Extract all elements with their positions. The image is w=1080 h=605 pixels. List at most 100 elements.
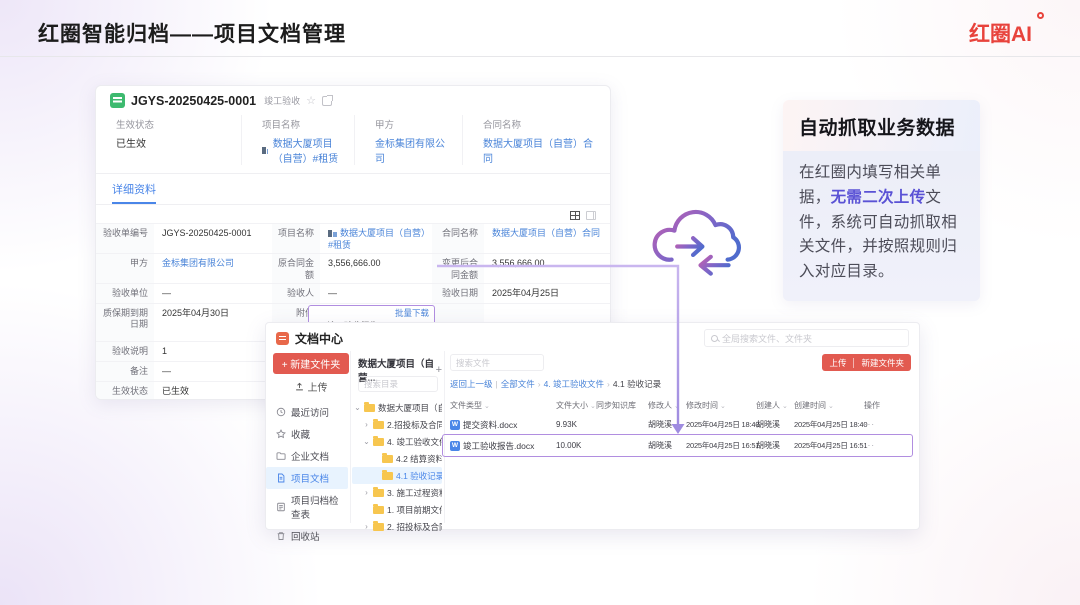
folder-icon [276,451,286,461]
search-file-placeholder: 搜索文件 [456,357,491,368]
summary-field-value[interactable]: 数据大厦项目（自营）#租赁 [262,135,344,165]
tree-expand-icon[interactable]: › [363,488,370,497]
upload-button-label: 上传 [307,382,328,394]
sidebar-item-trash[interactable]: 回收站 [266,525,348,547]
layout-view-icon[interactable] [586,210,596,220]
file-table: 文件类型 ⌄ 文件大小 ⌄ 同步知识库 修改人 ⌄ 修改时间 ⌄ 创建人 ⌄ 创建时间 ⌄ 操… [442,397,913,457]
field-label: 质保期到期日期 [96,303,154,341]
tree-expand-icon[interactable]: › [363,420,370,429]
sidebar-item-label: 项目归档检查表 [291,496,339,521]
field-label: 原合同金额 [272,254,320,283]
brand-logo: 红圈AI [969,12,1044,48]
tree-folder-item[interactable]: › 3. 施工过程资料 [352,484,442,501]
field-label: 验收单编号 [96,224,154,254]
star-icon[interactable]: ☆ [306,94,316,107]
created-time-cell: 2025年04月25日 18:40 [794,420,868,429]
form-table-row: 甲方 金标集团有限公司 原合同金额 3,556,666.00 变更后合同金额 3,556,… [96,253,610,283]
file-name-cell[interactable]: W 竣工验收报告.docx [450,440,556,452]
top-new-folder-button[interactable]: 新建文件夹 [854,357,911,369]
breadcrumb-item[interactable]: 全部文件 [501,379,535,389]
sort-caret-icon: ⌄ [672,403,680,410]
tree-folder-label: 4. 竣工验收文件 [387,436,442,447]
summary-field-label: 甲方 [375,120,395,131]
file-table-row[interactable]: W 竣工验收报告.docx 10.00K 胡晓溪 2025年04月25日 16:51 胡晓… [442,434,913,457]
tree-folder-label: 数据大厦项目（自营... [378,402,442,413]
tree-folder-item[interactable]: › 2.招投标及合同文件 [352,416,442,433]
search-directory-placeholder: 搜索目录 [364,379,399,389]
summary-field-label: 生效状态 [116,120,155,131]
tree-expand-icon[interactable]: › [363,522,370,531]
header-divider [0,56,1080,57]
batch-download-link[interactable]: 批量下载 [314,308,429,319]
table-view-icon[interactable] [570,210,580,220]
tree-folder-item[interactable]: ⌄ 数据大厦项目（自营... [352,399,442,416]
file-name-cell[interactable]: W 提交资料.docx [450,419,556,431]
tree-folder-item[interactable]: 4.1 验收记录 [352,467,442,484]
tree-expand-icon[interactable]: ⌄ [354,403,361,412]
file-size-cell: 10.00K [556,441,582,450]
tree-expand-icon[interactable]: ⌄ [363,437,370,446]
summary-field-value[interactable]: 金标集团有限公司 [375,135,452,165]
sort-caret-icon: ⌄ [482,403,490,410]
sidebar-item-doc[interactable]: 项目文档 [266,467,348,489]
folder-icon [373,435,384,446]
created-time-cell: 2025年04月25日 16:51 [794,441,868,450]
row-actions-icon[interactable]: ··· [864,420,886,429]
column-header[interactable]: 文件大小 ⌄ [556,400,596,411]
tree-folder-item[interactable]: ⌄ 4. 竣工验收文件 [352,433,442,450]
sidebar-item-folder[interactable]: 企业文档 [266,445,348,467]
sidebar-item-label: 项目文档 [291,474,330,485]
row-actions-icon[interactable]: ··· [864,441,886,450]
tree-folder-label: 2. 招投标及合同... [387,521,442,532]
folder-icon [373,418,384,429]
column-header[interactable]: 修改时间 ⌄ [686,400,756,411]
column-header[interactable]: 创建人 ⌄ [756,400,794,411]
search-file-input[interactable]: 搜索文件 [450,354,544,371]
folder-icon [373,520,384,531]
field-value[interactable]: 数据大厦项目（自营）#租赁 [320,224,432,253]
doc-center-title: 文档中心 [295,332,344,346]
new-folder-button[interactable]: + 新建文件夹 [273,353,349,374]
page-header: 红圈智能归档——项目文档管理 红圈AI [38,12,1044,48]
divider [444,351,445,523]
field-value[interactable]: 金标集团有限公司 [154,254,272,283]
add-project-icon[interactable]: + [436,364,442,376]
field-label: 项目名称 [272,224,320,254]
global-search-input[interactable]: 全局搜索文件、文件夹 [704,329,909,347]
callout-title: 自动抓取业务数据 [783,100,980,151]
tree-folder-item[interactable]: › 2. 招投标及合同... [352,518,442,535]
field-label: 验收单位 [96,283,154,303]
field-label: 验收人 [272,283,320,303]
form-table-row: 验收单位 — 验收人 — 验收日期 2025年04月25日 [96,282,610,303]
sidebar-item-clock[interactable]: 最近访问 [266,401,348,423]
column-header[interactable]: 创建时间 ⌄ [794,400,864,411]
form-header: JGYS-20250425-0001 竣工验收 ☆ [96,86,610,113]
column-header[interactable]: 文件类型 ⌄ [450,400,556,411]
form-tabs: 详细资料 [96,174,610,205]
column-header[interactable]: 修改人 ⌄ [648,400,686,411]
tree-folder-item[interactable]: 4.2 结算资料 [352,450,442,467]
field-value: 2025年04月30日 [162,307,230,318]
breadcrumb-item[interactable]: 4. 竣工验收文件 [544,379,604,389]
sidebar-item-checklist[interactable]: 项目归档检查表 [266,489,348,525]
file-table-row[interactable]: W 提交资料.docx 9.93K 胡晓溪 2025年04月25日 18:40 胡晓溪 20… [450,414,909,435]
trash-icon [276,531,286,541]
summary-field-label: 合同名称 [483,120,522,131]
summary-field-value: 已生效 [116,139,146,150]
upload-button[interactable]: 上传 [273,377,349,395]
tree-folder-item[interactable]: 1. 项目前期文件 [352,501,442,518]
external-link-icon[interactable] [322,94,333,106]
form-table-row: 验收单编号 JGYS-20250425-0001 项目名称 数据大厦项目（自营）#租赁… [96,223,610,254]
search-directory-input[interactable]: 搜索目录 [358,376,438,392]
doc-center-panel: 文档中心 全局搜索文件、文件夹 + 新建文件夹 上传 最近访问 收藏企业文档项目文… [265,322,920,543]
summary-field-value[interactable]: 数据大厦项目（自营）合同 [483,135,601,165]
sidebar-item-label: 企业文档 [291,452,330,463]
field-value: — [328,287,337,298]
top-upload-button[interactable]: 上传 [822,357,853,369]
sort-caret-icon: ⌄ [718,403,726,410]
breadcrumb-back-link[interactable]: 返回上一级 [450,379,493,389]
tab-detail-info[interactable]: 详细资料 [112,181,156,204]
sidebar-item-star[interactable]: 收藏 [266,423,348,445]
doc-center-sidebar: 最近访问 收藏企业文档项目文档项目归档检查表回收站 [266,401,348,547]
field-value[interactable]: 数据大厦项目（自营）合同 [484,224,610,253]
